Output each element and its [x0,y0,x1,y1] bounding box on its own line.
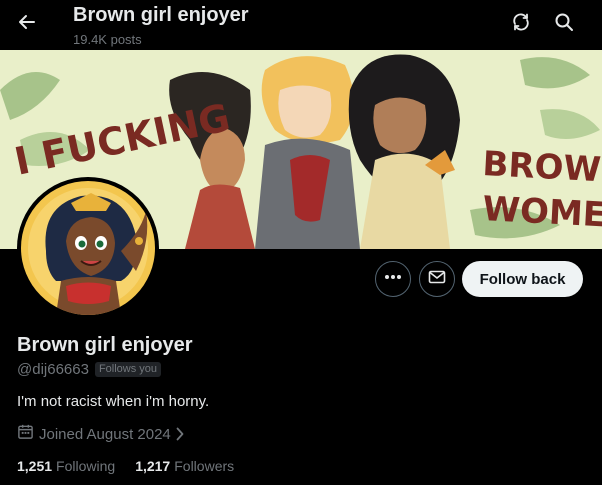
joined-text: Joined August 2024 [39,425,171,443]
avatar-frame[interactable] [17,177,159,319]
bio: I'm not racist when i'm horny. [17,393,210,410]
follows-you-badge: Follows you [94,361,162,377]
banner-right-text-1: BROWN [482,144,602,192]
avatar-image [21,181,155,315]
joined-date[interactable]: Joined August 2024 [17,424,587,444]
refresh-icon [511,12,531,37]
followers-label: Followers [174,458,235,474]
calendar-icon [17,423,34,445]
followers-link[interactable]: 1,217 Followers [135,458,234,474]
refresh-button[interactable] [503,6,539,42]
following-label: Following [56,458,116,474]
search-icon [554,12,574,37]
profile-header-bar: Brown girl enjoyer 19.4K posts [0,0,602,50]
handle: @dij66663 [17,360,89,378]
chevron-right-icon [175,427,185,441]
search-button[interactable] [546,6,582,42]
follow-back-button[interactable]: Follow back [462,261,583,297]
envelope-icon [428,268,446,291]
more-horizontal-icon [384,268,402,291]
arrow-left-icon [17,12,37,37]
more-button[interactable] [375,261,411,297]
following-link[interactable]: 1,251 Following [17,458,115,474]
message-button[interactable] [419,261,455,297]
page-title: Brown girl enjoyer [73,4,249,26]
following-count: 1,251 [17,458,53,474]
handle-row: @dij66663 Follows you [17,358,587,380]
back-button[interactable] [9,6,45,42]
profile-info: Brown girl enjoyer @dij66663 Follows you… [17,333,587,476]
post-count: 19.4K posts [73,32,142,47]
follow-stats: 1,251 Following 1,217 Followers [17,456,587,476]
followers-count: 1,217 [135,458,171,474]
avatar [21,181,155,315]
display-name: Brown girl enjoyer [17,334,193,356]
header-title-block: Brown girl enjoyer 19.4K posts [73,3,249,47]
